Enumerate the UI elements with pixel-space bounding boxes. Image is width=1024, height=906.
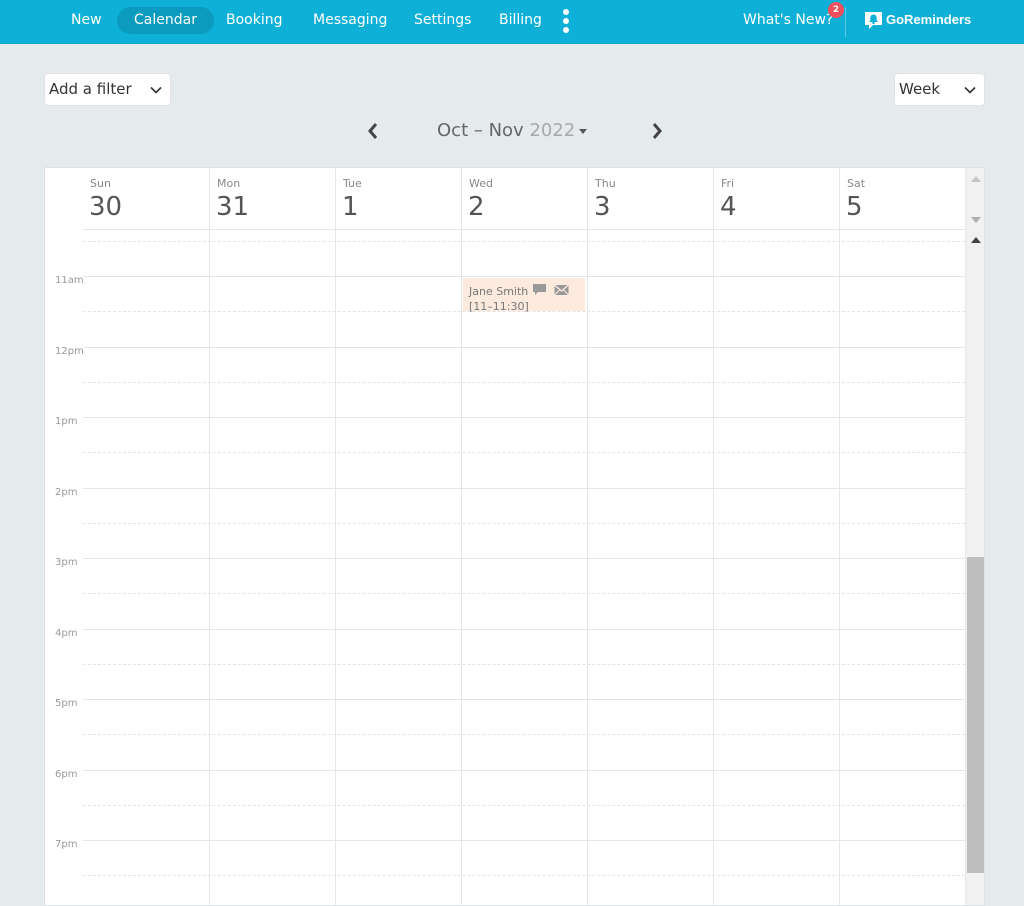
chevron-left-icon[interactable] [366,122,380,140]
hour-label: 2pm [55,486,78,498]
hour-label: 6pm [55,768,78,780]
nav-messaging[interactable]: Messaging [296,7,404,34]
day-name: Sun [90,177,111,190]
day-header[interactable]: Sun 30 [83,168,209,230]
event-title-row: Jane Smith [469,284,585,300]
day-header[interactable]: Sat 5 [839,168,965,230]
hour-line [83,346,965,348]
nav-booking[interactable]: Booking [209,7,300,34]
filter-select-value: Add a filter [49,80,132,98]
chevron-right-icon[interactable] [650,122,664,140]
scroll-up-icon[interactable] [971,176,981,182]
hour-label: 12pm [55,345,84,357]
day-name: Wed [469,177,493,190]
hour-line [83,840,965,841]
day-name: Mon [217,177,241,190]
nav-settings[interactable]: Settings [397,7,488,34]
filter-select[interactable]: Add a filter [44,73,171,106]
view-select-value: Week [899,80,941,98]
day-number: 31 [216,192,250,222]
day-name: Tue [343,177,362,190]
appointment-event[interactable]: Jane Smith [11–11:30] [463,278,585,313]
scrollbar[interactable] [965,168,984,905]
top-nav-bar: New Calendar Booking Messaging Settings … [0,0,1024,44]
hour-line [83,558,965,559]
event-title: Jane Smith [469,285,529,298]
hour-label: 3pm [55,557,78,568]
hour-line [83,276,965,277]
half-hour-line [83,381,965,383]
day-header[interactable]: Fri 4 [713,168,839,230]
half-hour-line [83,522,965,524]
date-range-picker[interactable]: Oct – Nov 2022 [437,120,588,141]
hour-label: 1pm [55,416,78,427]
mail-icon [553,284,569,296]
day-name: Fri [721,177,735,190]
nav-divider [845,7,846,37]
hour-line [83,769,965,771]
chevron-down-icon [150,86,162,94]
half-hour-line [83,452,965,454]
more-menu-icon[interactable] [561,9,571,33]
day-header[interactable]: Tue 1 [335,168,461,230]
scroll-up-icon[interactable] [971,237,981,243]
day-header[interactable]: Thu 3 [587,168,713,230]
hour-label: 11am [55,275,84,286]
hour-line [83,417,965,418]
week-calendar: Sun 30 Mon 31 Tue 1 Wed 2 Thu 3 Fri 4 Sat 5 11am 12pm 1… [44,167,985,906]
time-grid[interactable]: 11am 12pm 1pm 2pm 3pm 4pm 5pm 6pm 7pm Jane Smith … [45,230,965,905]
day-number: 1 [342,192,359,222]
day-name: Thu [595,177,616,190]
day-number: 2 [468,192,485,222]
hour-label: 7pm [55,839,78,850]
nav-calendar[interactable]: Calendar [117,7,214,34]
chat-icon [533,284,547,295]
day-number: 5 [846,192,863,222]
brand-name: GoReminders [886,12,972,27]
day-number: 30 [89,192,123,222]
whats-new-link[interactable]: What's New? [743,7,833,34]
caret-down-icon [579,128,588,134]
day-name: Sat [847,177,866,190]
half-hour-line [83,663,965,665]
chevron-down-icon [964,86,976,94]
date-range-months: Oct – Nov [437,120,524,141]
scroll-thumb[interactable] [967,557,984,873]
day-header[interactable]: Mon 31 [209,168,335,230]
half-hour-line [83,593,965,595]
nav-billing[interactable]: Billing [482,7,559,34]
half-hour-line [83,804,965,806]
day-header[interactable]: Wed 2 [461,168,587,230]
notification-badge: 2 [828,2,844,18]
day-number: 3 [594,192,611,222]
half-hour-line [83,875,965,877]
hour-line [83,487,965,489]
half-hour-line [83,240,965,242]
hour-label: 4pm [55,627,78,639]
hour-line [83,628,965,630]
nav-new[interactable]: New [54,7,119,34]
bell-chat-icon [865,12,882,29]
view-select[interactable]: Week [894,73,985,106]
date-range-year: 2022 [529,120,576,141]
day-number: 4 [720,192,737,222]
half-hour-line [83,734,965,736]
hour-label: 5pm [55,698,78,709]
hour-line [83,699,965,700]
event-time: [11–11:30] [469,300,529,313]
scroll-down-icon[interactable] [971,217,981,223]
